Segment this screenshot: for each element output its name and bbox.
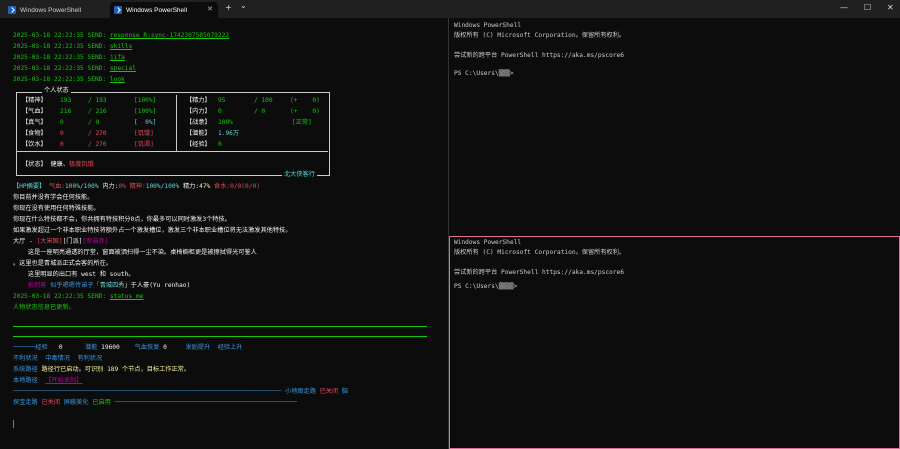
dropdown-icon[interactable]: ⌄: [240, 1, 247, 10]
status-bar-divider: [13, 336, 427, 337]
status-key: 【食物】: [22, 130, 47, 137]
right-bottom-terminal-pane[interactable]: Windows PowerShell 版权所有 (C) Microsoft Co…: [449, 236, 900, 449]
powershell-icon: [8, 6, 16, 14]
ps-prompt: PS C:\Users\▒▒▒▒>: [454, 283, 518, 290]
info-bar: ────────────────────────────────────────…: [13, 388, 349, 395]
status-value: 0: [218, 108, 222, 115]
maximize-button[interactable]: ☐: [864, 3, 871, 12]
status-max: / 193: [88, 97, 107, 104]
status-max: / 270: [88, 130, 107, 137]
close-window-button[interactable]: ✕: [887, 3, 894, 12]
status-value: 0: [60, 130, 64, 137]
ps-line: Windows PowerShell: [454, 22, 522, 29]
send-line: 2025-03-18 22:22:35 SEND: status_me: [13, 293, 144, 300]
status-max: / 0: [88, 119, 100, 126]
room-desc: 。这里也是青城派正式会客的所在。: [13, 260, 112, 267]
status-percent: [ 0%]: [134, 119, 157, 126]
send-line: 2025-03-18 22:22:35 SEND: jifa: [13, 54, 125, 61]
status-value: 1.96万: [218, 130, 240, 137]
room-desc: 这里明显的出口有 west 和 south。: [13, 271, 135, 278]
status-max: / 100: [254, 97, 273, 104]
status-value: 95: [218, 97, 226, 104]
status-key: 【潜能】: [186, 130, 211, 137]
tab-powershell-2[interactable]: Windows PowerShell ✕: [110, 2, 218, 18]
status-max: / 270: [88, 141, 107, 148]
cursor: [13, 420, 14, 428]
status-value: 193: [60, 97, 72, 104]
title-bar: Windows PowerShell Windows PowerShell ✕ …: [0, 0, 900, 18]
info-bar: 探宝走路 已关闭 屏蔽美化 已启用 ──────────────────────…: [13, 399, 298, 406]
status-row: 【精神】: [22, 97, 47, 104]
send-line: 2025-03-18 22:22:35 SEND: special: [13, 65, 136, 72]
info-bar: 系统路径 路径行已启动。可识别 189 个节点，目标工作正常。: [13, 366, 191, 373]
status-key: 【战意】: [186, 119, 211, 126]
room-desc: 这是一座明亮通透的厅堂，窗面被洒扫得一尘不染。桌椅橱柜更是被擦拭得光可鉴人: [13, 249, 257, 256]
ps-line: 尝试新的跨平台 PowerShell https://aka.ms/pscore…: [454, 52, 624, 59]
status-percent: [100%]: [134, 97, 157, 104]
send-line: 2025-03-18 22:22:35 SEND: skills: [13, 43, 133, 50]
room-title: 大厅 - [大宋国][门派][参悬赤]: [13, 238, 109, 245]
message-line: 你现在什么特技都不会，你共拥有特技积分0点，你最多可以同时激发3个特技。: [13, 216, 231, 223]
status-key: 【真气】: [22, 119, 47, 126]
status-box-divider: [176, 95, 177, 151]
status-max: / 216: [88, 108, 107, 115]
status-percent: [饥渴]: [134, 141, 154, 148]
info-bar: ──────经验 0 潜能 19600 气血恢复 0 发励提升 经验上升: [13, 344, 243, 351]
status-box-title: 个人状态: [42, 87, 71, 94]
hp-summary: 【HP摘要】 气血:100%/100% 内力:0% 精神:100%/100% 精…: [13, 183, 260, 190]
status-key: 【饮水】: [22, 141, 47, 148]
status-key: 【内力】: [186, 108, 211, 115]
status-max: / 0: [254, 108, 266, 115]
powershell-icon: [114, 6, 122, 14]
ps-line: 尝试新的跨平台 PowerShell https://aka.ms/pscore…: [454, 269, 624, 276]
status-updated: 人物状态信息已更新。: [13, 304, 75, 311]
new-tab-button[interactable]: +: [225, 3, 232, 12]
message-line: 你现在没有使用任何特殊技能。: [13, 205, 100, 212]
message-line: 如果激发超过一个非本职业特技将额外占一个激发槽位，激发三个非本职业槽位将无法激发…: [13, 227, 292, 234]
status-value: 216: [60, 108, 72, 115]
status-key: 【经验】: [186, 141, 211, 148]
status-box-footer: 北大侠客行: [282, 171, 317, 178]
status-key: 【精力】: [186, 97, 211, 104]
status-value: 0: [218, 141, 222, 148]
left-terminal-pane[interactable]: 2025-03-18 22:22:35 SEND: response R:syn…: [0, 18, 448, 449]
message-line: 你目前并没有学会任何技能。: [13, 194, 94, 201]
status-percent: [正常]: [292, 119, 312, 126]
status-percent: [100%]: [134, 108, 157, 115]
status-key: 【气血】: [22, 108, 47, 115]
status-state: 【状态】 健康、极度饥饿: [22, 161, 94, 168]
status-bar-divider: [13, 326, 427, 327]
tab-label: Windows PowerShell: [20, 6, 82, 14]
ps-line: 版权所有 (C) Microsoft Corporation。保留所有权利。: [454, 32, 626, 39]
info-bar: 本地路径 【开始录制】: [13, 377, 83, 384]
status-percent: [饥饿]: [134, 130, 154, 137]
ps-prompt: PS C:\Users\▒▒▒>: [454, 70, 518, 77]
close-tab-icon[interactable]: ✕: [207, 5, 213, 13]
tab-label: Windows PowerShell: [126, 6, 188, 14]
tab-powershell-1[interactable]: Windows PowerShell: [4, 2, 108, 18]
right-top-terminal-pane[interactable]: Windows PowerShell 版权所有 (C) Microsoft Co…: [449, 18, 900, 236]
send-line: 2025-03-18 22:22:35 SEND: look: [13, 76, 125, 83]
ps-line: 版权所有 (C) Microsoft Corporation。保留所有权利。: [454, 249, 626, 256]
send-line: 2025-03-18 22:22:35 SEND: response R:syn…: [13, 32, 230, 39]
status-value: 100%: [218, 119, 233, 126]
info-bar: 不利状况 中毒情况 有利状况: [13, 355, 103, 362]
npc-line: 影刺客 似乎嗯嗯传弟子「青城四秀」于人豪(Yu renhao): [27, 282, 191, 289]
minimize-button[interactable]: —: [840, 3, 848, 12]
status-value: 0: [60, 119, 64, 126]
status-box-divider: [17, 151, 328, 152]
status-percent: (+ 0): [290, 108, 320, 115]
ps-line: Windows PowerShell: [454, 239, 522, 246]
status-percent: (+ 0): [290, 97, 320, 104]
status-value: 0: [60, 141, 64, 148]
